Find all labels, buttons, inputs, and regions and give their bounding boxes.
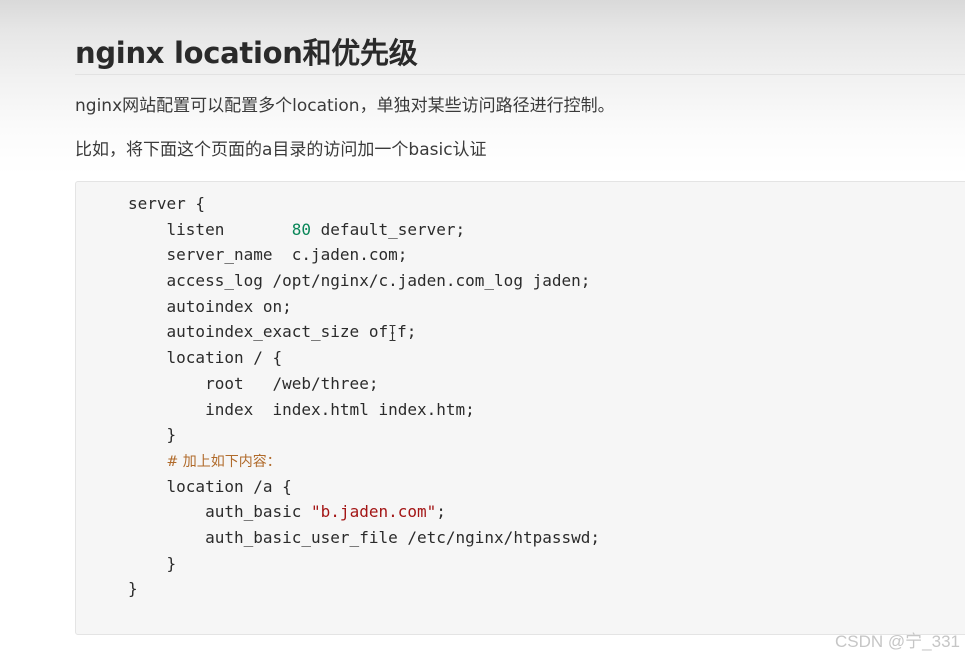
- code-number-token: 80: [291, 219, 312, 239]
- code-line: server_name c.jaden.com;: [128, 245, 408, 265]
- code-line: listen 80 default_server;: [128, 219, 466, 239]
- code-line: location /a {: [128, 476, 292, 496]
- code-line: location / {: [128, 348, 283, 368]
- code-line: server {: [128, 194, 206, 213]
- code-line: # 加上如下内容：: [128, 448, 600, 474]
- code-comment-token: # 加上如下内容：: [166, 453, 281, 470]
- code-string-token: "b.jaden.com": [311, 502, 437, 522]
- code-line: }: [128, 579, 138, 599]
- text-cursor-icon: [388, 324, 397, 342]
- code-line: root /web/three;: [128, 373, 379, 393]
- nginx-config-code[interactable]: server { listen 80 default_server; serve…: [128, 191, 600, 602]
- code-line: }: [128, 553, 177, 573]
- code-block[interactable]: server { listen 80 default_server; serve…: [75, 181, 965, 635]
- csdn-watermark: CSDN @宁_331: [835, 632, 960, 651]
- intro-paragraph: nginx网站配置可以配置多个location，单独对某些访问路径进行控制。: [75, 96, 615, 116]
- code-line: index index.html index.htm;: [128, 399, 475, 419]
- page-title: nginx location和优先级: [75, 36, 418, 70]
- code-line: autoindex_exact_size of f;: [128, 322, 417, 342]
- code-line: auth_basic "b.jaden.com";: [128, 502, 446, 522]
- code-line: auth_basic_user_file /etc/nginx/htpasswd…: [128, 527, 601, 547]
- code-line: }: [128, 425, 177, 445]
- article-heading: nginx location和优先级: [75, 32, 965, 75]
- example-paragraph: 比如，将下面这个页面的a目录的访问加一个basic认证: [75, 140, 487, 160]
- code-line: access_log /opt/nginx/c.jaden.com_log ja…: [128, 271, 591, 291]
- code-line: autoindex on;: [128, 296, 292, 316]
